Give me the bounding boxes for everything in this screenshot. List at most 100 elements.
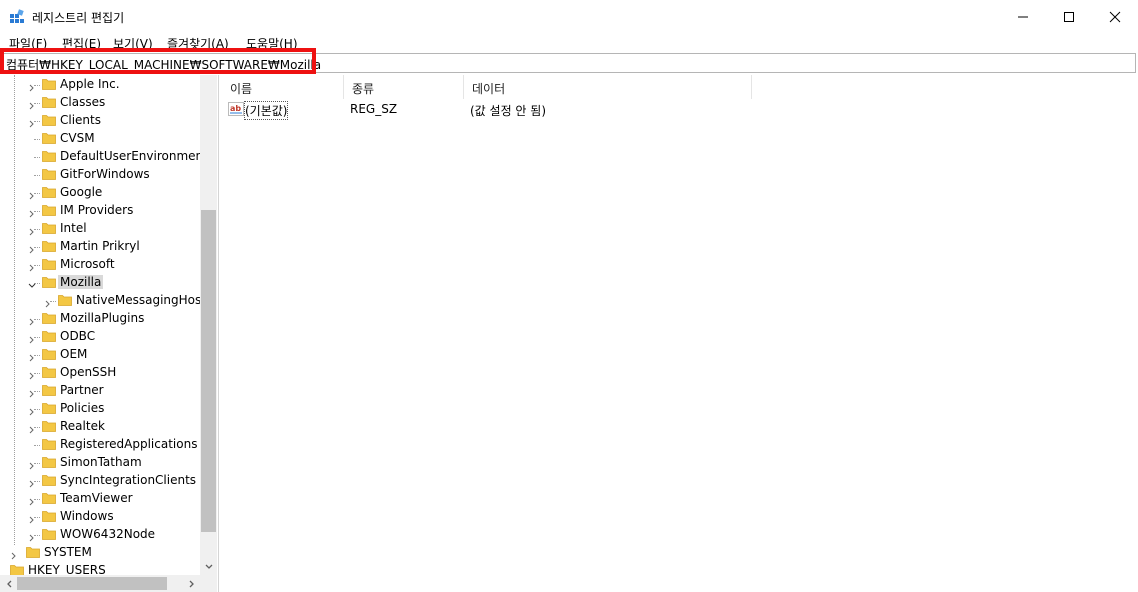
tree-item-label[interactable]: Martin Prikryl (58, 239, 142, 253)
tree-item[interactable]: NativeMessagingHosts (0, 292, 212, 310)
tree-item-label[interactable]: Mozilla (58, 275, 104, 289)
expand-toggle[interactable] (28, 99, 36, 110)
tree-item-label[interactable]: Windows (58, 509, 116, 523)
address-path[interactable]: 컴퓨터₩HKEY_LOCAL_MACHINE₩SOFTWARE₩Mozilla (6, 56, 321, 73)
tree-item-label[interactable]: SyncIntegrationClients (58, 473, 198, 487)
menu-file[interactable]: 파일(F) (9, 35, 47, 52)
expand-toggle[interactable] (28, 333, 36, 344)
expand-toggle[interactable] (28, 207, 36, 218)
tree-item[interactable]: TeamViewer (0, 490, 200, 508)
expand-toggle[interactable] (28, 387, 36, 398)
tree-item[interactable]: Mozilla (0, 274, 200, 292)
column-header-data[interactable]: 데이터 (464, 75, 752, 99)
tree-item[interactable]: Clients (0, 112, 200, 130)
tree-horizontal-scrollbar[interactable] (0, 575, 200, 592)
tree-item-label[interactable]: Apple Inc. (58, 77, 122, 91)
tree-item[interactable]: Policies (0, 400, 200, 418)
expand-toggle[interactable] (28, 477, 36, 488)
expand-toggle[interactable] (28, 243, 36, 254)
tree-item[interactable]: Martin Prikryl (0, 238, 200, 256)
tree-item[interactable]: Classes (0, 94, 200, 112)
tree-item[interactable]: Intel (0, 220, 200, 238)
tree-item-label[interactable]: GitForWindows (58, 167, 152, 181)
expand-toggle[interactable] (44, 297, 52, 308)
tree-item-label[interactable]: TeamViewer (58, 491, 135, 505)
expand-toggle[interactable] (28, 225, 36, 236)
tree-item[interactable]: IM Providers (0, 202, 200, 220)
value-name[interactable]: (기본값) (243, 101, 289, 120)
tree-item[interactable]: Google (0, 184, 200, 202)
value-list-pane[interactable]: 이름 종류 데이터 ab (기본값) REG_SZ (값 설정 안 됨) (222, 75, 1136, 592)
value-row[interactable]: ab (기본값) REG_SZ (값 설정 안 됨) (222, 99, 822, 120)
tree-item[interactable]: OpenSSH (0, 364, 200, 382)
menu-favorites[interactable]: 즐겨찾기(A) (167, 35, 229, 52)
tree-item[interactable]: SimonTatham (0, 454, 200, 472)
tree-item-system[interactable]: SYSTEM (0, 544, 200, 562)
tree-item[interactable]: Microsoft (0, 256, 200, 274)
expand-toggle[interactable] (28, 459, 36, 470)
tree-item-label[interactable]: OpenSSH (58, 365, 118, 379)
tree-horizontal-scroll-thumb[interactable] (17, 577, 167, 590)
expand-toggle[interactable] (10, 549, 18, 560)
tree-item-label[interactable]: Microsoft (58, 257, 117, 271)
tree-item[interactable]: GitForWindows (0, 166, 200, 184)
tree-item-label[interactable]: Clients (58, 113, 103, 127)
expand-toggle[interactable] (28, 405, 36, 416)
tree-item-label[interactable]: IM Providers (58, 203, 135, 217)
menu-edit[interactable]: 편집(E) (62, 35, 101, 52)
close-button[interactable] (1092, 0, 1138, 34)
tree-item-label[interactable]: OEM (58, 347, 89, 361)
column-header-name[interactable]: 이름 (222, 75, 344, 99)
tree-item[interactable]: OEM (0, 346, 200, 364)
tree-item-label[interactable]: DefaultUserEnvironment (58, 149, 210, 163)
tree-item-label[interactable]: MozillaPlugins (58, 311, 146, 325)
tree-item-label[interactable]: Classes (58, 95, 107, 109)
tree-item-label[interactable]: WOW6432Node (58, 527, 157, 541)
tree-item-label[interactable]: RegisteredApplications (58, 437, 199, 451)
expand-toggle[interactable] (28, 189, 36, 200)
tree-item-label[interactable]: SYSTEM (42, 545, 94, 559)
expand-toggle[interactable] (28, 423, 36, 434)
address-bar[interactable]: 컴퓨터₩HKEY_LOCAL_MACHINE₩SOFTWARE₩Mozilla (1, 53, 1136, 73)
tree-item[interactable]: Partner (0, 382, 200, 400)
tree-item-label[interactable]: Realtek (58, 419, 107, 433)
tree-item-label[interactable]: ODBC (58, 329, 97, 343)
tree-item[interactable]: Realtek (0, 418, 200, 436)
scroll-down-arrow[interactable] (200, 558, 217, 575)
column-header-type[interactable]: 종류 (344, 75, 464, 99)
key-tree-pane[interactable]: Apple Inc. Classes Clients CVSM DefaultUserE… (0, 75, 219, 592)
tree-vertical-scroll-thumb[interactable] (201, 210, 216, 532)
tree-item-label[interactable]: SimonTatham (58, 455, 144, 469)
menu-view[interactable]: 보기(V) (113, 35, 153, 52)
tree-item-label[interactable]: CVSM (58, 131, 97, 145)
scroll-left-arrow[interactable] (0, 575, 17, 592)
expand-toggle[interactable] (28, 117, 36, 128)
tree-item[interactable]: DefaultUserEnvironment (0, 148, 208, 166)
tree-item[interactable]: MozillaPlugins (0, 310, 200, 328)
expand-toggle[interactable] (28, 81, 36, 92)
expand-toggle[interactable] (28, 315, 36, 326)
tree-item[interactable]: ODBC (0, 328, 200, 346)
expand-toggle[interactable] (28, 261, 36, 272)
expand-toggle[interactable] (28, 531, 36, 542)
maximize-button[interactable] (1046, 0, 1092, 34)
tree-item[interactable]: CVSM (0, 130, 200, 148)
scroll-right-arrow[interactable] (183, 575, 200, 592)
tree-item[interactable]: SyncIntegrationClients (0, 472, 200, 490)
tree-item-label[interactable]: Google (58, 185, 104, 199)
menu-help[interactable]: 도움말(H) (246, 35, 298, 52)
tree-item-label[interactable]: Partner (58, 383, 106, 397)
minimize-button[interactable] (1000, 0, 1046, 34)
expand-toggle[interactable] (28, 351, 36, 362)
tree-item[interactable]: Windows (0, 508, 200, 526)
tree-item-label[interactable]: NativeMessagingHosts (74, 293, 214, 307)
tree-item-label[interactable]: Policies (58, 401, 106, 415)
tree-vertical-scrollbar[interactable] (200, 75, 217, 575)
tree-item[interactable]: Apple Inc. (0, 76, 200, 94)
tree-item[interactable]: WOW6432Node (0, 526, 200, 544)
expand-toggle[interactable] (28, 513, 36, 524)
expand-toggle[interactable] (28, 369, 36, 380)
tree-item[interactable]: RegisteredApplications (0, 436, 200, 454)
expand-toggle[interactable] (28, 495, 36, 506)
tree-item-label[interactable]: Intel (58, 221, 89, 235)
